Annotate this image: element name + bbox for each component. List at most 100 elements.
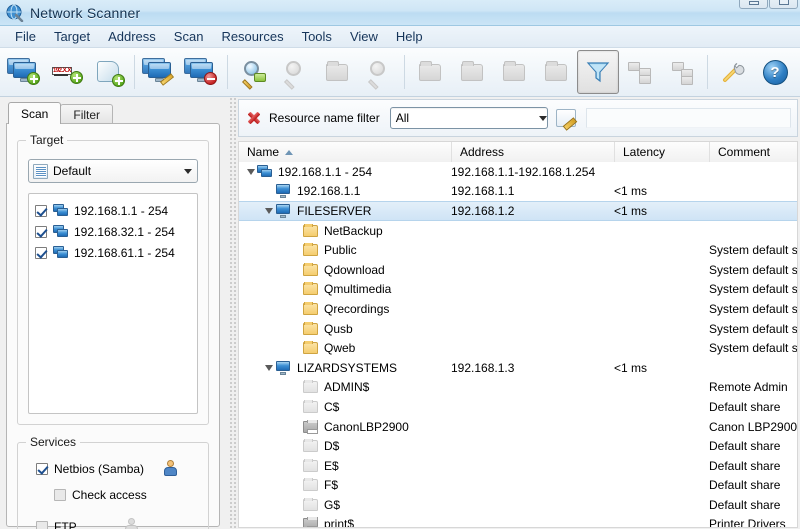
table-row[interactable]: C$ Default share [239, 397, 797, 417]
folder-shared-icon [303, 243, 318, 257]
tree-expander-icon[interactable] [265, 364, 273, 371]
menu-item-help[interactable]: Help [387, 26, 432, 47]
help-button[interactable]: ? [754, 50, 796, 94]
table-row[interactable]: 192.168.1.1 - 254 192.168.1.1-192.168.1.2… [239, 162, 797, 182]
target-group: Target Default 192.168.1.1 - 254 192.168… [17, 133, 209, 425]
row-name-cell: Qusb [239, 321, 451, 336]
netbios-checkbox[interactable] [36, 463, 48, 475]
table-row[interactable]: E$ Default share [239, 456, 797, 476]
column-header-address[interactable]: Address [451, 142, 614, 162]
row-name-text: Public [324, 243, 357, 258]
edit-filter-icon[interactable] [555, 109, 576, 127]
chevron-down-icon[interactable] [538, 115, 547, 121]
column-header-latency[interactable]: Latency [614, 142, 709, 162]
row-name-text: D$ [324, 439, 340, 454]
row-name-cell: Qweb [239, 341, 451, 355]
table-row[interactable]: F$ Default share [239, 476, 797, 496]
service-check-access-row[interactable]: Check access [54, 483, 208, 507]
table-row[interactable]: LIZARDSYSTEMS 192.168.1.3 <1 ms [239, 358, 797, 378]
left-tabstrip: Scan Filter [8, 102, 114, 124]
options-button[interactable] [712, 50, 754, 94]
row-name-text: Qdownload [324, 262, 385, 277]
list-item[interactable]: 192.168.61.1 - 254 [29, 242, 197, 263]
delete-computer-button[interactable] [181, 50, 223, 94]
folder-shared-icon [303, 321, 318, 335]
stop-scan-button [274, 50, 316, 94]
edit-computer-button[interactable] [139, 50, 181, 94]
table-row[interactable]: D$ Default share [239, 436, 797, 456]
user-access-icon [123, 518, 141, 529]
add-computer-button[interactable] [4, 50, 46, 94]
scan-tab-panel: Target Default 192.168.1.1 - 254 192.168… [6, 123, 220, 529]
service-netbios-row[interactable]: Netbios (Samba) [36, 457, 208, 481]
row-comment-cell: System default sha [709, 243, 798, 258]
table-row[interactable]: FILESERVER 192.168.1.2 <1 ms [239, 201, 797, 221]
table-row[interactable]: Qweb System default sha [239, 338, 797, 358]
resource-filter-label: Resource name filter [269, 111, 380, 125]
start-scan-button[interactable] [232, 50, 274, 94]
resource-filter-combo[interactable]: All [389, 107, 548, 129]
panel-splitter[interactable] [229, 97, 237, 529]
title-bar: Network Scanner [0, 0, 800, 26]
profile-icon [33, 163, 48, 179]
add-ip-range-button[interactable]: 192.X.X [46, 50, 88, 94]
table-row[interactable]: Qdownload System default sha [239, 260, 797, 280]
red-x-icon[interactable] [247, 111, 261, 125]
row-comment-cell: Printer Drivers [709, 517, 786, 528]
chevron-down-icon[interactable] [179, 160, 197, 182]
service-ftp-row[interactable]: FTP [36, 515, 208, 529]
table-row[interactable]: 192.168.1.1 192.168.1.1 <1 ms [239, 182, 797, 202]
help-question-icon: ? [762, 59, 788, 85]
menu-item-tools[interactable]: Tools [293, 26, 341, 47]
tree-expander-icon[interactable] [247, 168, 255, 175]
range-checkbox[interactable] [35, 246, 47, 259]
menu-item-view[interactable]: View [341, 26, 387, 47]
user-access-icon[interactable] [162, 460, 180, 478]
table-row[interactable]: Qmultimedia System default sha [239, 280, 797, 300]
range-checkbox[interactable] [35, 204, 47, 217]
add-list-button[interactable] [88, 50, 130, 94]
table-row[interactable]: NetBackup [239, 221, 797, 241]
menu-item-address[interactable]: Address [99, 26, 165, 47]
range-checkbox[interactable] [35, 225, 47, 238]
column-header-comment[interactable]: Comment [709, 142, 797, 162]
column-header-name[interactable]: Name [239, 142, 451, 162]
filter-text-field[interactable] [585, 108, 791, 128]
resource-tree-list[interactable]: 192.168.1.1 - 254 192.168.1.1-192.168.1.2… [238, 162, 798, 528]
tree-expander-icon[interactable] [265, 207, 273, 214]
menu-item-file[interactable]: File [6, 26, 45, 47]
table-row[interactable]: Public System default sha [239, 240, 797, 260]
table-row[interactable]: CanonLBP2900 Canon LBP2900 [239, 417, 797, 437]
minimize-button[interactable] [739, 0, 768, 9]
row-name-cell: F$ [239, 478, 451, 492]
table-row[interactable]: print$ Printer Drivers [239, 515, 797, 528]
list-item[interactable]: 192.168.32.1 - 254 [29, 221, 197, 242]
menu-item-resources[interactable]: Resources [212, 26, 292, 47]
table-row[interactable]: G$ Default share [239, 495, 797, 515]
row-name-text: Qusb [324, 321, 353, 336]
table-row[interactable]: Qrecordings System default sha [239, 299, 797, 319]
column-header-address-label: Address [460, 145, 505, 159]
funnel-filter-icon [586, 60, 610, 84]
row-name-text: 192.168.1.1 [297, 184, 361, 199]
ftp-checkbox[interactable] [36, 521, 48, 529]
list-item[interactable]: 192.168.1.1 - 254 [29, 200, 197, 221]
left-panel: Scan Filter Target Default 192.168.1.1 -… [0, 97, 228, 529]
check-access-checkbox[interactable] [54, 489, 66, 501]
target-range-list[interactable]: 192.168.1.1 - 254 192.168.32.1 - 254 192… [28, 193, 198, 414]
maximize-button[interactable] [769, 0, 798, 9]
menu-item-scan[interactable]: Scan [165, 26, 213, 47]
menu-item-target[interactable]: Target [45, 26, 99, 47]
network-range-icon [53, 245, 69, 260]
table-row[interactable]: Qusb System default sha [239, 319, 797, 339]
row-name-text: FILESERVER [297, 203, 372, 218]
row-address-cell: 192.168.1.1 [451, 184, 515, 199]
tab-scan[interactable]: Scan [8, 102, 62, 124]
table-row[interactable]: ADMIN$ Remote Admin [239, 378, 797, 398]
tab-filter[interactable]: Filter [60, 104, 114, 124]
target-profile-combo[interactable]: Default [28, 159, 198, 183]
filter-button[interactable] [577, 50, 619, 94]
range-label: 192.168.1.1 - 254 [74, 203, 169, 218]
column-header-name-label: Name [247, 145, 280, 159]
tree-expand-icon [670, 61, 694, 85]
